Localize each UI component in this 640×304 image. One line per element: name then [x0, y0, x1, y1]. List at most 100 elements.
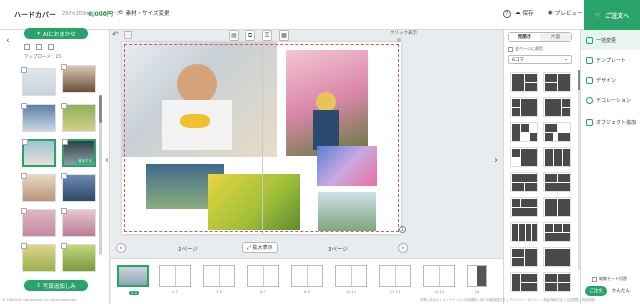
- photo-scrollbar[interactable]: [99, 95, 102, 255]
- select-all-checkbox[interactable]: [24, 44, 30, 50]
- thumb-checkbox[interactable]: [21, 67, 27, 73]
- photo-thumb[interactable]: [21, 243, 56, 272]
- thumb-checkbox[interactable]: [61, 64, 67, 70]
- layout-option[interactable]: [543, 247, 571, 267]
- layout-option[interactable]: [510, 147, 538, 167]
- thumb-checkbox[interactable]: [21, 243, 27, 249]
- layout-option[interactable]: [543, 147, 571, 167]
- filter-checkbox[interactable]: [48, 44, 54, 50]
- footer-links[interactable]: お問い合わせ | メンテナンス | 利用規約 | 個人情報保護方針 | プライバ…: [420, 297, 595, 302]
- easy-mode-label[interactable]: かんたん: [612, 288, 630, 294]
- back-arrow-icon[interactable]: ‹: [6, 36, 10, 46]
- redo-icon[interactable]: [124, 31, 132, 39]
- nav-bulk-change[interactable]: 一括変更: [581, 30, 640, 50]
- help-icon[interactable]: ?: [503, 10, 511, 18]
- sort-checkbox[interactable]: [36, 44, 42, 50]
- layout-option[interactable]: [543, 197, 571, 217]
- nav-design[interactable]: デザイン: [581, 70, 640, 90]
- edit-mode-checkbox[interactable]: [592, 276, 597, 282]
- layout-option[interactable]: [510, 172, 538, 192]
- thumb-checkbox[interactable]: [61, 208, 67, 214]
- tab-single[interactable]: 片面: [540, 33, 571, 41]
- tab-spread[interactable]: 見開き: [509, 33, 540, 41]
- photo-thumb[interactable]: [61, 208, 96, 237]
- order-button[interactable]: 🛒 ご注文へ: [584, 0, 640, 30]
- nav-add-object[interactable]: オブジェクト追加: [581, 110, 640, 134]
- collapse-left-arrow-icon[interactable]: ‹: [105, 155, 109, 166]
- photo-thumb[interactable]: [21, 67, 56, 96]
- copy-icon[interactable]: ⧉: [245, 30, 255, 41]
- layout-option[interactable]: [543, 172, 571, 192]
- bleed-guide: [124, 44, 399, 232]
- undo-icon[interactable]: ↶: [112, 30, 119, 39]
- save-button[interactable]: ☁ 保存: [515, 9, 534, 17]
- page-thumb-label: 8-9: [304, 290, 310, 294]
- add-photo-button[interactable]: ⇪ 写真追加しみ: [24, 280, 88, 291]
- thumb-checkbox[interactable]: [21, 208, 27, 214]
- ai-auto-button[interactable]: ✦ AIにおまかせ: [24, 28, 88, 39]
- next-page-button[interactable]: ›: [398, 243, 408, 253]
- photo-thumb[interactable]: [21, 103, 56, 132]
- change-material-button[interactable]: ⟲ 素材・サイズ変更: [118, 9, 169, 17]
- page-thumb[interactable]: 8-9: [291, 265, 323, 294]
- layout-option[interactable]: [543, 72, 571, 92]
- prev-page-button[interactable]: ‹: [116, 243, 126, 253]
- thumb-checkbox[interactable]: [22, 139, 28, 145]
- photo-thumb[interactable]: [61, 103, 96, 132]
- zoom-button[interactable]: ⤢ 拡大表示: [242, 242, 278, 253]
- apply-all-checkbox[interactable]: [508, 46, 513, 52]
- edit-mode-toggle[interactable]: 編集モード切替: [592, 276, 627, 282]
- layout-option[interactable]: [510, 197, 538, 217]
- photo-count-select[interactable]: 6コマ ⌄: [508, 55, 572, 64]
- photo-thumb[interactable]: [61, 173, 96, 202]
- photo-thumb[interactable]: [22, 139, 56, 167]
- upload-count: アップロード：25: [24, 55, 62, 60]
- layout-block: [545, 133, 553, 141]
- collapse-right-arrow-icon[interactable]: ›: [494, 155, 498, 166]
- zoom-label: 拡大表示: [252, 245, 273, 251]
- layout-option[interactable]: [543, 122, 571, 142]
- apply-all-option[interactable]: 全ページに適用: [508, 46, 543, 52]
- layout-option[interactable]: [543, 97, 571, 117]
- layout-block: [562, 108, 570, 116]
- layout-option[interactable]: [543, 222, 571, 242]
- layout-option[interactable]: [510, 247, 538, 267]
- layout-option[interactable]: [510, 222, 538, 242]
- page-thumb-cover[interactable]: 2-3: [117, 265, 149, 295]
- layout-option[interactable]: [510, 72, 538, 92]
- page-thumb-label: 12-13: [389, 290, 401, 294]
- finish-button[interactable]: ご注文: [585, 286, 607, 296]
- thumb-checkbox[interactable]: [21, 173, 27, 179]
- page-thumb[interactable]: 14-15: [423, 265, 455, 294]
- image-icon[interactable]: ▦: [279, 30, 289, 41]
- scrollbar-thumb[interactable]: [99, 95, 102, 123]
- photo-thumb[interactable]: [21, 208, 56, 237]
- lock-icon[interactable]: ⚿: [262, 30, 272, 41]
- add-badge[interactable]: 追加する: [77, 159, 93, 164]
- thumb-checkbox[interactable]: [61, 173, 67, 179]
- layout-option[interactable]: [510, 272, 538, 292]
- page-thumb[interactable]: 12-13: [379, 265, 411, 294]
- nav-template[interactable]: テンプレート: [581, 50, 640, 70]
- page-thumb[interactable]: 6-7: [247, 265, 279, 294]
- page-thumb[interactable]: 4-5: [203, 265, 235, 294]
- page-thumb[interactable]: 2-3: [159, 265, 191, 294]
- page-thumb[interactable]: 10-11: [335, 265, 367, 294]
- thumb-checkbox[interactable]: [61, 243, 67, 249]
- photo-thumb[interactable]: [21, 173, 56, 202]
- album-spread[interactable]: [122, 42, 401, 234]
- nav-decoration[interactable]: デコレーション: [581, 90, 640, 110]
- preview-button[interactable]: ◉ プレビュー: [548, 9, 582, 17]
- layout-option[interactable]: [543, 272, 571, 292]
- page-thumb-back[interactable]: 16: [467, 265, 487, 294]
- thumb-checkbox[interactable]: [61, 103, 67, 109]
- thumb-checkbox[interactable]: [21, 103, 27, 109]
- layout-option[interactable]: [510, 122, 538, 142]
- thumb-checkbox[interactable]: [62, 139, 68, 145]
- document-icon[interactable]: ▤: [229, 30, 239, 41]
- photo-thumb[interactable]: [61, 64, 96, 93]
- photo-thumb[interactable]: 追加する: [62, 139, 96, 167]
- layout-option[interactable]: [510, 97, 538, 117]
- photo-thumb[interactable]: [61, 243, 96, 272]
- page-spine: [219, 266, 220, 286]
